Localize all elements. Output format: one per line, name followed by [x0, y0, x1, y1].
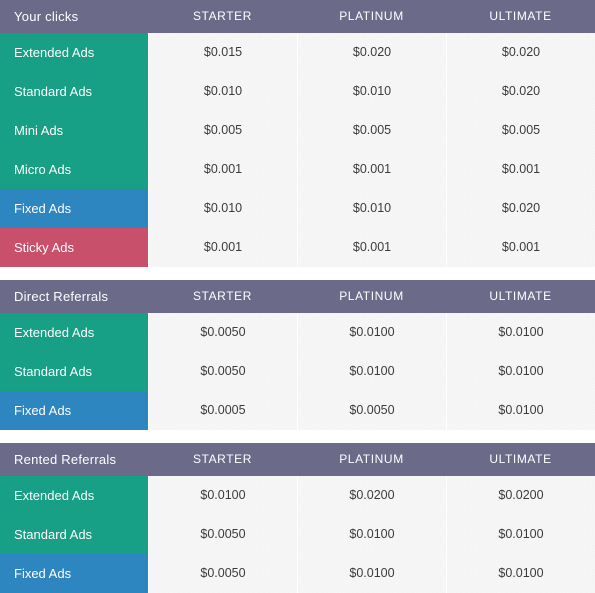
- table-row: Micro Ads $0.001 $0.001 $0.001: [0, 150, 595, 189]
- row-label: Mini Ads: [0, 111, 148, 150]
- column-header-ultimate: ULTIMATE: [489, 9, 552, 23]
- rate-cell: $0.0200: [446, 476, 595, 515]
- rate-cell: $0.005: [148, 111, 297, 150]
- row-label: Extended Ads: [0, 313, 148, 352]
- row-label: Fixed Ads: [0, 554, 148, 593]
- column-header-platinum: PLATINUM: [339, 452, 404, 466]
- rate-cell: $0.0100: [297, 352, 446, 391]
- rates-table: Rented Referrals STARTER PLATINUM ULTIMATE E…: [0, 443, 595, 593]
- table-title: Your clicks: [14, 9, 79, 24]
- table-body: Extended Ads $0.015 $0.020 $0.020 Standard A…: [0, 33, 595, 267]
- rate-cell: $0.020: [297, 33, 446, 72]
- row-label: Standard Ads: [0, 72, 148, 111]
- row-label: Fixed Ads: [0, 391, 148, 430]
- rate-cell: $0.010: [297, 72, 446, 111]
- rate-cell: $0.001: [297, 150, 446, 189]
- column-header-starter: STARTER: [192, 9, 253, 23]
- rate-cell: $0.0100: [446, 554, 595, 593]
- rate-cell: $0.001: [148, 150, 297, 189]
- row-label: Extended Ads: [0, 33, 148, 72]
- table-row: Standard Ads $0.0050 $0.0100 $0.0100: [0, 352, 595, 391]
- rate-cell: $0.0050: [148, 313, 297, 352]
- table-row: Fixed Ads $0.010 $0.010 $0.020: [0, 189, 595, 228]
- rate-cell: $0.0050: [148, 352, 297, 391]
- row-label: Micro Ads: [0, 150, 148, 189]
- rate-cell: $0.0005: [148, 391, 297, 430]
- row-label: Sticky Ads: [0, 228, 148, 267]
- table-row: Standard Ads $0.010 $0.010 $0.020: [0, 72, 595, 111]
- rate-cell: $0.020: [446, 72, 595, 111]
- rate-cell: $0.0100: [297, 515, 446, 554]
- rates-table: Your clicks STARTER PLATINUM ULTIMATE Extend…: [0, 0, 595, 267]
- rate-cell: $0.0100: [446, 313, 595, 352]
- rates-table: Direct Referrals STARTER PLATINUM ULTIMATE E…: [0, 280, 595, 430]
- rate-cell: $0.0100: [297, 554, 446, 593]
- rate-cell: $0.0100: [446, 352, 595, 391]
- row-label: Standard Ads: [0, 352, 148, 391]
- rate-cell: $0.001: [297, 228, 446, 267]
- table-row: Extended Ads $0.0100 $0.0200 $0.0200: [0, 476, 595, 515]
- table-row: Standard Ads $0.0050 $0.0100 $0.0100: [0, 515, 595, 554]
- rate-cell: $0.001: [446, 228, 595, 267]
- table-body: Extended Ads $0.0050 $0.0100 $0.0100 Standar…: [0, 313, 595, 430]
- table-row: Extended Ads $0.0050 $0.0100 $0.0100: [0, 313, 595, 352]
- rate-cell: $0.010: [148, 189, 297, 228]
- column-header-platinum: PLATINUM: [339, 289, 404, 303]
- rate-cell: $0.0100: [297, 313, 446, 352]
- table-title: Rented Referrals: [14, 452, 117, 467]
- table-header-row: Your clicks STARTER PLATINUM ULTIMATE: [0, 0, 595, 33]
- rate-cell: $0.0050: [148, 515, 297, 554]
- table-row: Mini Ads $0.005 $0.005 $0.005: [0, 111, 595, 150]
- column-header-starter: STARTER: [192, 289, 253, 303]
- row-label: Standard Ads: [0, 515, 148, 554]
- column-header-ultimate: ULTIMATE: [489, 452, 552, 466]
- table-header-row: Rented Referrals STARTER PLATINUM ULTIMATE: [0, 443, 595, 476]
- rate-cell: $0.015: [148, 33, 297, 72]
- rate-cell: $0.010: [148, 72, 297, 111]
- rate-cell: $0.0100: [446, 391, 595, 430]
- rate-cell: $0.0100: [446, 515, 595, 554]
- rate-cell: $0.020: [446, 189, 595, 228]
- row-label: Extended Ads: [0, 476, 148, 515]
- table-header-row: Direct Referrals STARTER PLATINUM ULTIMATE: [0, 280, 595, 313]
- table-separator: [0, 430, 595, 443]
- rate-cell: $0.005: [446, 111, 595, 150]
- rate-cell: $0.0200: [297, 476, 446, 515]
- row-label: Fixed Ads: [0, 189, 148, 228]
- rate-cell: $0.001: [446, 150, 595, 189]
- rate-cell: $0.0050: [148, 554, 297, 593]
- table-separator: [0, 267, 595, 280]
- table-row: Fixed Ads $0.0050 $0.0100 $0.0100: [0, 554, 595, 593]
- rate-cell: $0.010: [297, 189, 446, 228]
- rate-cell: $0.005: [297, 111, 446, 150]
- rate-cell: $0.020: [446, 33, 595, 72]
- table-row: Sticky Ads $0.001 $0.001 $0.001: [0, 228, 595, 267]
- rate-cell: $0.001: [148, 228, 297, 267]
- table-row: Fixed Ads $0.0005 $0.0050 $0.0100: [0, 391, 595, 430]
- table-row: Extended Ads $0.015 $0.020 $0.020: [0, 33, 595, 72]
- table-title: Direct Referrals: [14, 289, 109, 304]
- rate-cell: $0.0050: [297, 391, 446, 430]
- rates-page: Your clicks STARTER PLATINUM ULTIMATE Extend…: [0, 0, 595, 593]
- column-header-platinum: PLATINUM: [339, 9, 404, 23]
- column-header-ultimate: ULTIMATE: [489, 289, 552, 303]
- column-header-starter: STARTER: [192, 452, 253, 466]
- rate-cell: $0.0100: [148, 476, 297, 515]
- table-body: Extended Ads $0.0100 $0.0200 $0.0200 Standar…: [0, 476, 595, 593]
